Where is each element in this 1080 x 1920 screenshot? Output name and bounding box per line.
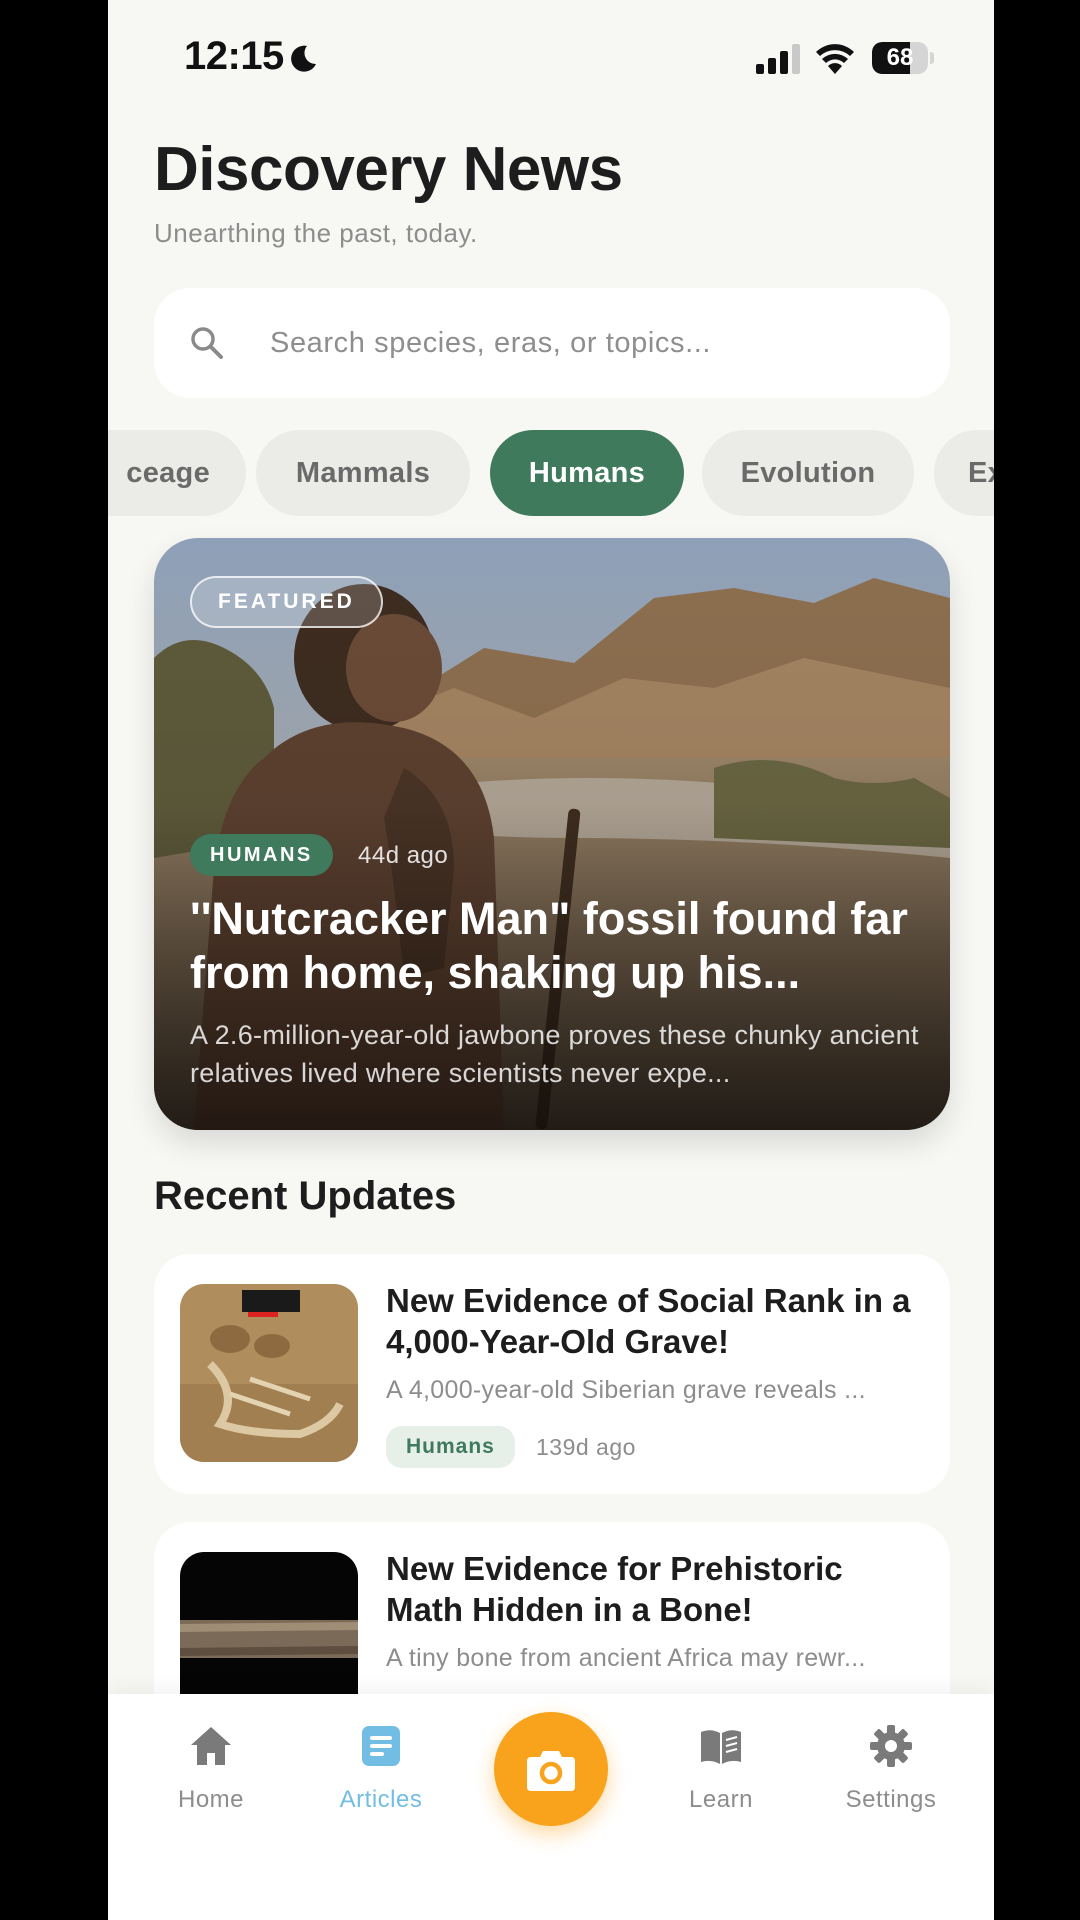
featured-badge: FEATURED [190,576,383,628]
wifi-icon [816,44,854,74]
gear-icon [870,1725,912,1767]
tab-label: Articles [339,1786,423,1813]
search-input[interactable] [270,318,910,368]
battery-level: 68 [886,44,914,71]
category-chips: ceage Mammals Humans Evolution Ex [108,430,994,516]
tab-label: Settings [845,1786,937,1813]
section-title-recent: Recent Updates [154,1174,457,1218]
article-timestamp: 139d ago [536,1434,636,1460]
featured-article-card[interactable]: FEATURED HUMANS 44d ago ''Nutcracker Man… [154,538,950,1130]
tab-label: Home [177,1786,245,1813]
book-icon [701,1730,741,1764]
tab-learn[interactable]: Learn [646,1724,796,1834]
chip-mammals[interactable]: Mammals [256,430,470,516]
articles-icon [362,1726,400,1766]
camera-icon [527,1751,575,1791]
chip-humans[interactable]: Humans [490,430,684,516]
status-bar: 12:15 68 [108,0,994,118]
article-title: New Evidence for Prehistoric Math Hidden… [386,1550,843,1628]
featured-headline: ''Nutcracker Man" fossil found far from … [190,893,908,998]
tab-label: Learn [689,1786,753,1813]
status-time: 12:15 [184,34,284,78]
page-title: Discovery News [154,135,623,204]
chip-iceage[interactable]: ceage [108,430,246,516]
home-icon [191,1727,231,1765]
chip-ex[interactable]: Ex [934,430,994,516]
article-summary: A tiny bone from ancient Africa may rewr… [386,1644,866,1672]
moon-icon [291,45,316,72]
battery-indicator: 68 [872,42,934,74]
article-summary: A 4,000-year-old Siberian grave reveals … [386,1376,866,1404]
featured-category-tag: HUMANS [190,834,333,876]
article-category-tag: Humans [386,1426,515,1468]
tab-settings[interactable]: Settings [816,1724,966,1834]
featured-timestamp: 44d ago [358,842,449,869]
cellular-signal-icon [756,44,800,74]
article-title: New Evidence of Social Rank in a 4,000-Y… [386,1282,911,1360]
chip-evolution[interactable]: Evolution [702,430,914,516]
featured-summary: A 2.6-million-year-old jawbone proves th… [190,1020,919,1088]
camera-button[interactable] [494,1712,608,1826]
search-bar[interactable] [154,288,950,398]
app-screen: 12:15 68 Discovery News Unearthing the p… [108,0,994,1920]
bottom-tab-bar: Home Articles Learn Settings [108,1694,994,1920]
article-thumbnail [180,1284,358,1462]
tab-articles[interactable]: Articles [306,1724,456,1834]
search-icon [191,327,223,359]
page-subtitle: Unearthing the past, today. [154,218,478,248]
article-card[interactable]: New Evidence of Social Rank in a 4,000-Y… [154,1254,950,1494]
tab-home[interactable]: Home [136,1724,286,1834]
